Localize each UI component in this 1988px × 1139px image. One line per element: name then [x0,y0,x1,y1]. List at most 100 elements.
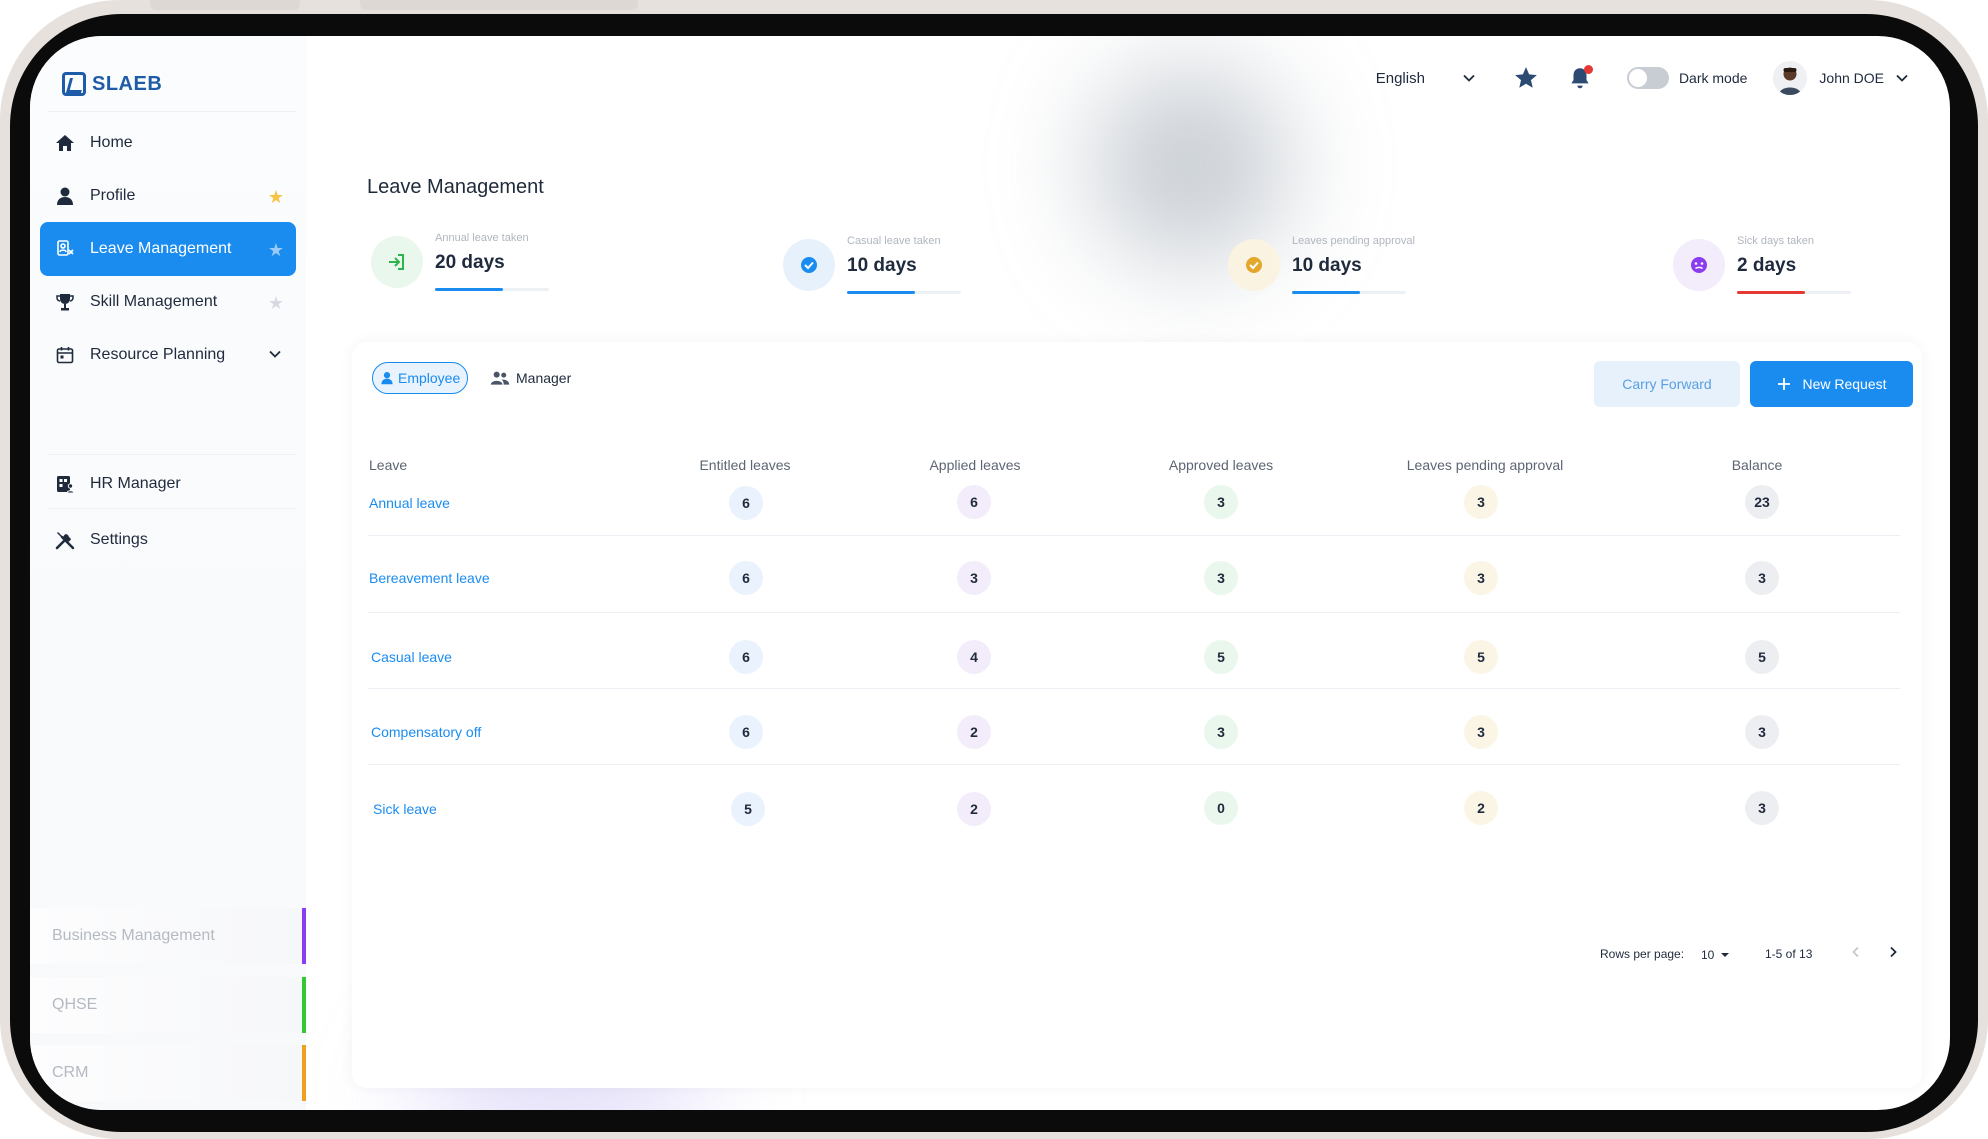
sidebar-item-label: HR Manager [90,475,181,492]
approved-count-badge: 3 [1204,485,1238,519]
favorite-star-icon[interactable]: ★ [268,293,284,314]
sidebar-item-label: Leave Management [90,240,232,257]
chevron-down-icon[interactable] [1894,70,1910,86]
favorite-star-icon[interactable]: ★ [268,187,284,208]
applied-count-badge: 2 [957,792,991,826]
sidebar-item-label: Profile [90,187,136,204]
applied-count-badge: 2 [957,715,991,749]
new-request-button[interactable]: New Request [1750,361,1913,407]
module-business-management[interactable]: Business Management [30,908,306,964]
dark-mode-toggle[interactable] [1626,67,1669,89]
entitled-count-badge: 6 [729,715,763,749]
stat-label: Leaves pending approval [1292,235,1415,247]
stat-label: Casual leave taken [847,235,941,247]
balance-count-badge: 3 [1745,561,1779,595]
notification-dot [1583,65,1593,74]
stat-label: Annual leave taken [435,232,529,244]
stat-value: 2 days [1737,255,1797,276]
star-icon[interactable] [1513,65,1539,91]
tab-manager[interactable]: Manager [490,362,571,394]
chevron-right-icon[interactable] [1886,945,1900,959]
stat-progress-fill [435,288,504,291]
applied-count-badge: 3 [957,561,991,595]
chevron-down-icon[interactable] [1461,70,1477,86]
chevron-down-icon[interactable] [268,347,282,366]
entitled-count-badge: 6 [729,486,763,520]
user-icon [380,371,394,385]
avatar[interactable] [1773,61,1808,95]
calendar-icon [54,344,76,366]
rows-per-page-value: 10 [1701,948,1715,962]
sidebar-item-label: Skill Management [90,293,218,310]
column-header-applied: Applied leaves [929,457,1021,473]
device-tab [150,0,300,10]
new-request-label: New Request [1802,376,1887,392]
plus-icon [1776,376,1792,392]
user-icon [54,185,76,207]
approved-count-badge: 3 [1204,561,1238,595]
module-label: QHSE [52,996,98,1013]
entitled-count-badge: 5 [731,792,765,826]
stat-progress-fill [847,291,916,294]
stat-progress [1737,291,1851,294]
column-header-approved: Approved leaves [1168,457,1274,473]
stat-value: 10 days [847,255,917,276]
leave-icon [54,238,76,260]
sidebar-divider [48,111,296,112]
pending-count-badge: 3 [1464,485,1498,519]
column-header-entitled: Entitled leaves [699,457,791,473]
user-name[interactable]: John DOE [1819,70,1884,86]
rows-per-page-label: Rows per page: [1600,947,1685,961]
module-qhse[interactable]: QHSE [30,977,306,1033]
leave-table-card: Employee Manager Carry Forward New Reque… [352,342,1922,1088]
leave-type-link[interactable]: Bereavement leave [369,570,490,586]
column-header-balance: Balance [1731,457,1783,473]
pending-count-badge: 5 [1464,640,1498,674]
sidebar-item-label: Settings [90,531,148,548]
home-icon [54,132,76,154]
leave-type-link[interactable]: Compensatory off [371,724,481,740]
stat-progress [847,291,961,294]
caret-down-icon [1721,953,1730,957]
page-title: Leave Management [367,176,544,198]
tab-label: Employee [398,370,461,386]
module-label: Business Management [52,927,215,944]
favorite-star-icon[interactable]: ★ [268,240,284,261]
tab-employee[interactable]: Employee [372,362,469,394]
sidebar-item-hr-manager[interactable]: HR Manager [40,457,296,511]
brand-name: SLAEB [92,72,163,95]
module-crm[interactable]: CRM [30,1045,306,1101]
rows-per-page-select[interactable]: 10 [1701,948,1730,962]
leave-type-link[interactable]: Casual leave [371,649,452,665]
language-selector[interactable]: English [1376,70,1425,87]
brand-logo[interactable]: SLAEB [62,72,162,96]
sidebar-item-profile[interactable]: Profile ★ [40,169,296,223]
sidebar-item-skill-management[interactable]: Skill Management ★ [40,275,296,329]
module-color-bar [302,908,306,964]
sidebar-item-label: Resource Planning [90,346,226,363]
sidebar-item-settings[interactable]: Settings [40,513,296,567]
pagination-range: 1-5 of 13 [1765,947,1813,961]
top-bar: English Dark mode John DOE [1376,58,1910,98]
hr-icon [54,473,76,495]
stat-value: 10 days [1292,255,1362,276]
leave-type-link[interactable]: Annual leave [369,495,450,511]
sidebar-item-home[interactable]: Home [40,116,296,170]
tools-icon [54,529,76,551]
carry-forward-button[interactable]: Carry Forward [1594,361,1740,407]
stat-progress [1292,291,1406,294]
stat-progress-fill [1292,291,1361,294]
pending-count-badge: 3 [1464,561,1498,595]
row-divider [368,688,1900,689]
leave-type-link[interactable]: Sick leave [373,801,437,817]
chevron-left-icon[interactable] [1849,945,1863,959]
sidebar-item-resource-planning[interactable]: Resource Planning [40,328,296,382]
column-header-leave: Leave [369,457,408,473]
sidebar-item-leave-management[interactable]: Leave Management ★ [40,222,296,276]
logo-icon [62,72,86,96]
check-circle-icon [783,239,835,291]
entitled-count-badge: 6 [729,640,763,674]
module-color-bar [302,1045,306,1101]
notification-bell-icon[interactable] [1567,65,1593,91]
row-divider [368,764,1900,765]
